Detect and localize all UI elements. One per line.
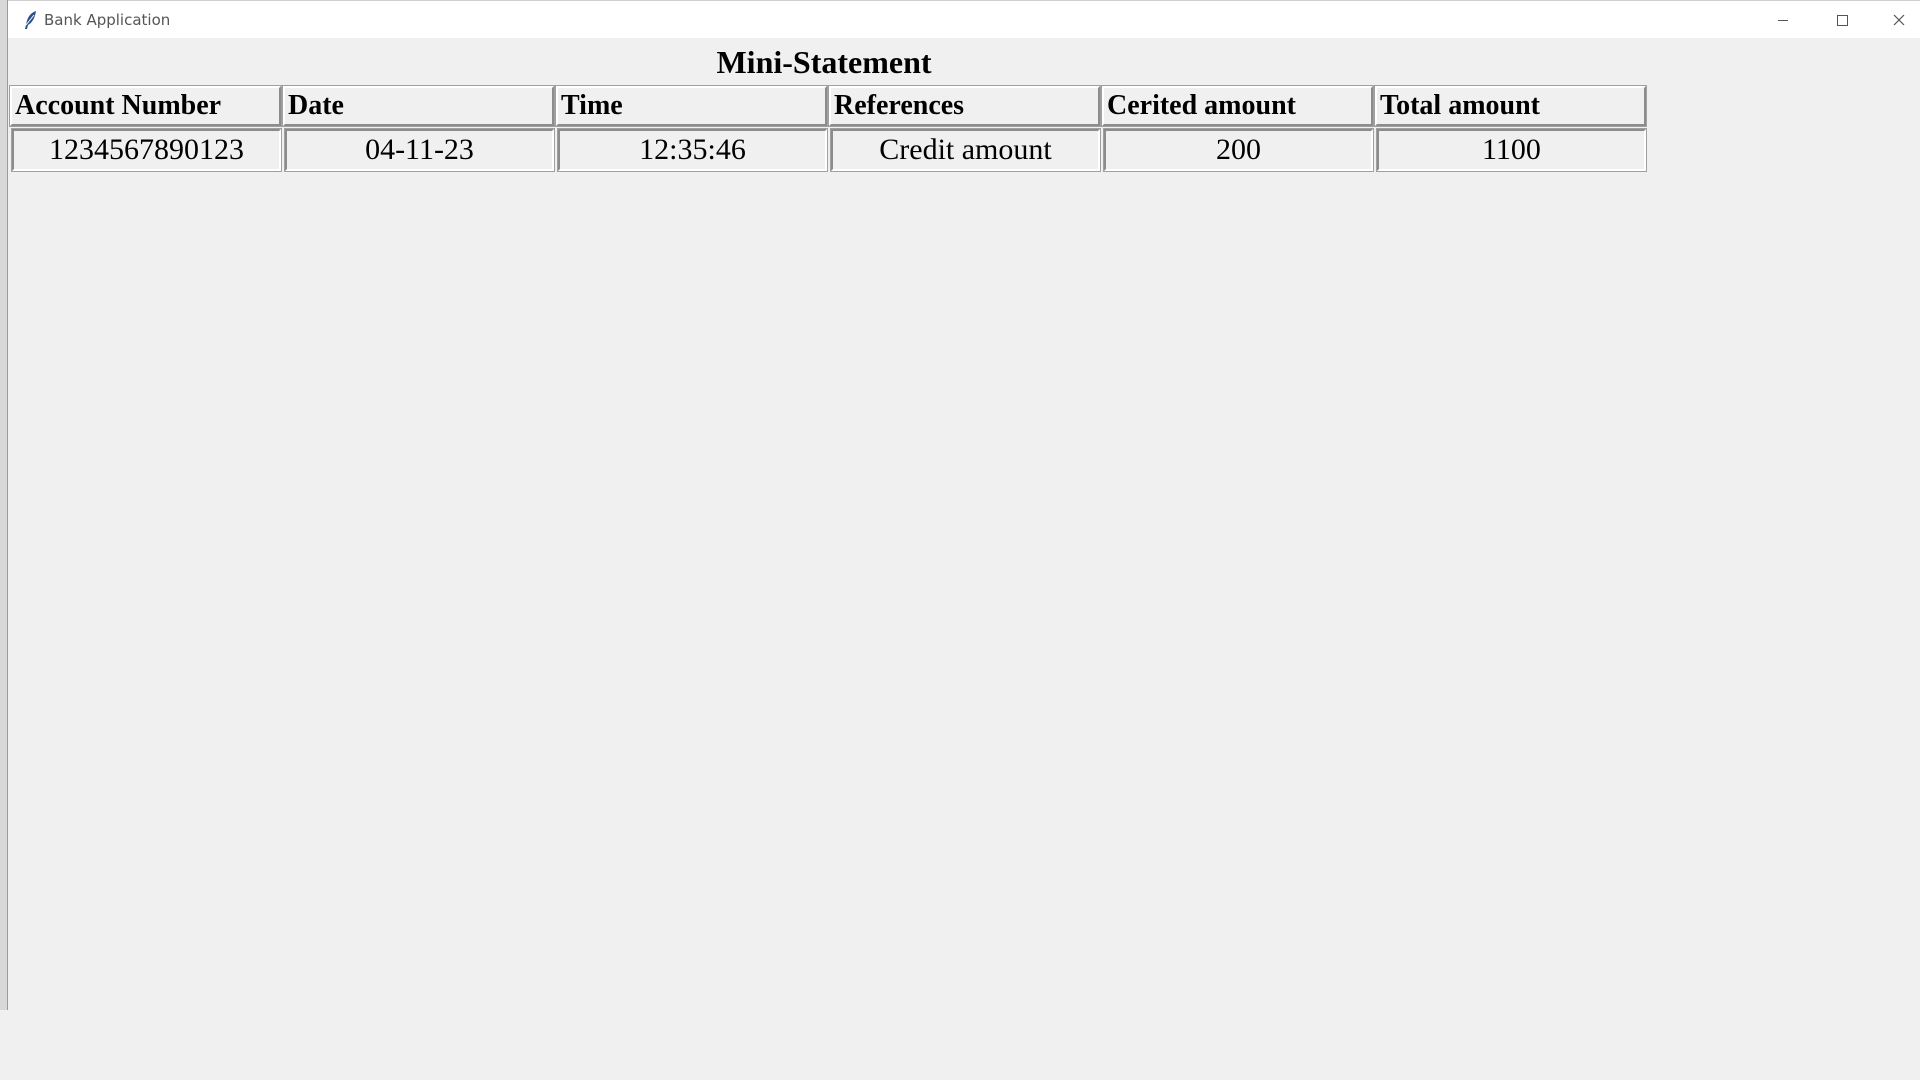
background-window-edge <box>0 0 8 1010</box>
feather-icon <box>22 10 40 30</box>
minimize-icon <box>1778 20 1788 21</box>
column-header-references: References <box>828 85 1101 127</box>
close-icon <box>1893 14 1905 26</box>
page-title: Mini-Statement <box>716 44 932 80</box>
minimize-button[interactable] <box>1754 1 1812 39</box>
cell-reference: Credit amount <box>830 128 1101 172</box>
cell-date: 04-11-23 <box>284 128 555 172</box>
window-title: Bank Application <box>44 11 171 29</box>
column-header-account-number: Account Number <box>9 85 282 127</box>
column-header-date: Date <box>282 85 555 127</box>
background-window-edge-lower <box>0 1010 8 1080</box>
column-header-time: Time <box>555 85 828 127</box>
column-header-credited-amount: Cerited amount <box>1101 85 1374 127</box>
bank-application-window: Bank Application Mini-Statement Account … <box>8 0 1920 1080</box>
cell-credited-amount: 200 <box>1103 128 1374 172</box>
cell-time: 12:35:46 <box>557 128 828 172</box>
cell-account-number: 1234567890123 <box>11 128 282 172</box>
maximize-button[interactable] <box>1812 1 1870 39</box>
maximize-icon <box>1837 15 1848 26</box>
title-bar[interactable]: Bank Application <box>8 0 1920 38</box>
column-header-total-amount: Total amount <box>1374 85 1647 127</box>
close-button[interactable] <box>1870 1 1920 39</box>
cell-total-amount: 1100 <box>1376 128 1647 172</box>
